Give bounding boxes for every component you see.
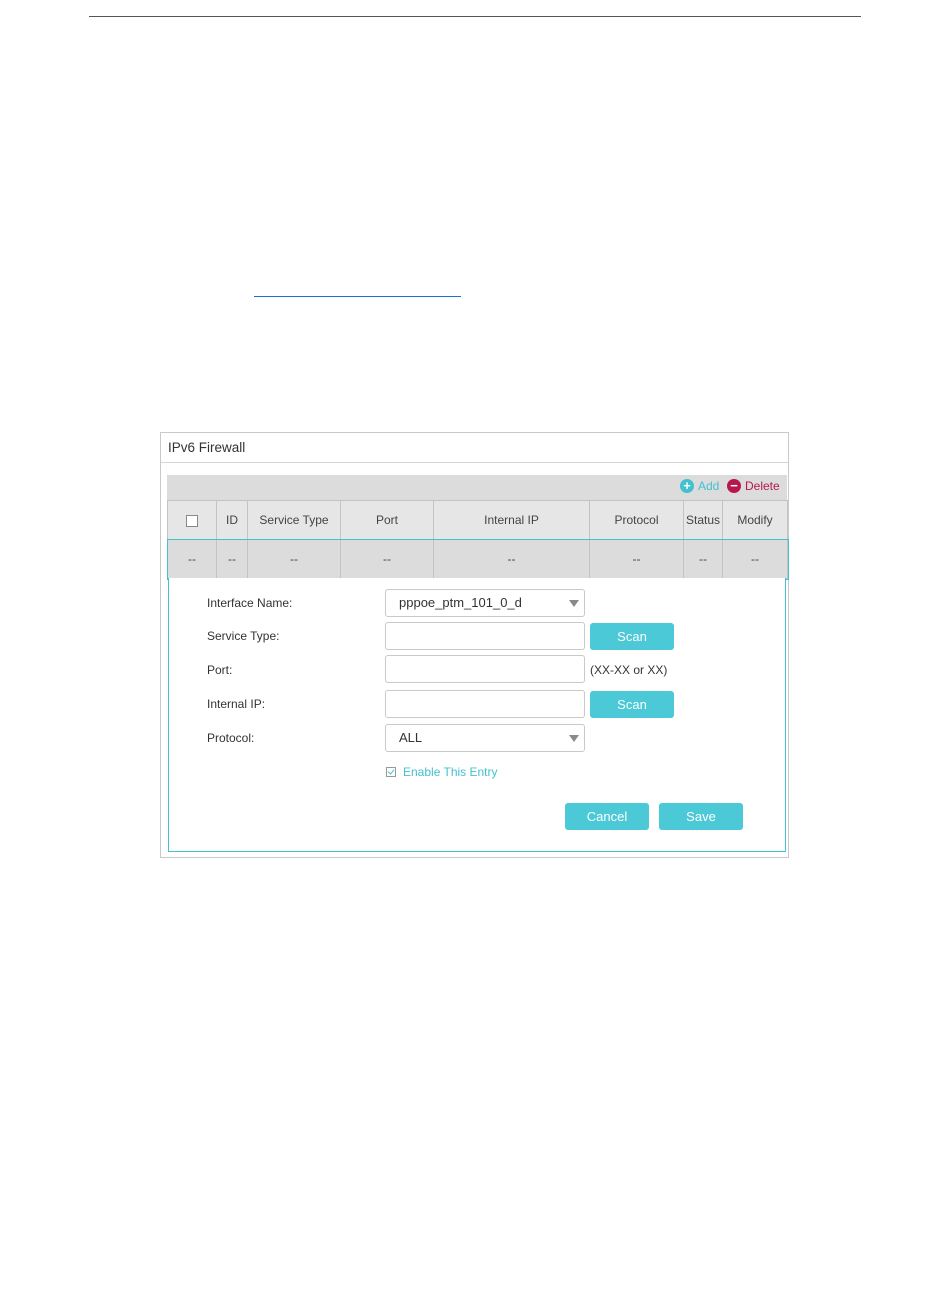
internal-ip-input[interactable] bbox=[385, 690, 585, 718]
service-type-label: Service Type: bbox=[207, 629, 280, 643]
checkbox-checked-icon[interactable] bbox=[386, 767, 396, 777]
title-divider bbox=[161, 462, 788, 463]
top-rule bbox=[89, 16, 861, 17]
protocol-label: Protocol: bbox=[207, 731, 255, 745]
port-label: Port: bbox=[207, 663, 233, 677]
table-cell: -- bbox=[340, 539, 434, 579]
column-header-service-type: Service Type bbox=[247, 500, 341, 540]
add-button[interactable]: + Add bbox=[680, 479, 719, 493]
service-type-input[interactable] bbox=[385, 622, 585, 650]
table-cell: -- bbox=[433, 539, 590, 579]
enable-entry-checkbox[interactable]: Enable This Entry bbox=[386, 765, 498, 779]
table-cell: -- bbox=[247, 539, 341, 579]
service-type-scan-button[interactable]: Scan bbox=[590, 623, 674, 650]
save-button[interactable]: Save bbox=[659, 803, 743, 830]
column-header-status: Status bbox=[683, 500, 723, 540]
table-toolbar: + Add − Delete bbox=[167, 475, 787, 500]
interface-name-value: pppoe_ptm_101_0_d bbox=[399, 595, 522, 610]
delete-button[interactable]: − Delete bbox=[727, 479, 780, 493]
protocol-select[interactable]: ALL bbox=[385, 724, 585, 752]
select-all-checkbox[interactable] bbox=[186, 514, 198, 527]
cancel-button[interactable]: Cancel bbox=[565, 803, 649, 830]
column-header-internal-ip: Internal IP bbox=[433, 500, 590, 540]
delete-label: Delete bbox=[745, 479, 780, 493]
enable-entry-label: Enable This Entry bbox=[403, 765, 498, 779]
protocol-value: ALL bbox=[399, 730, 423, 745]
port-format-hint: (XX-XX or XX) bbox=[590, 663, 668, 677]
table-cell: -- bbox=[216, 539, 248, 579]
add-label: Add bbox=[698, 479, 720, 493]
chevron-down-icon bbox=[569, 735, 579, 742]
column-header-port: Port bbox=[340, 500, 434, 540]
table-cell: -- bbox=[589, 539, 684, 579]
firewall-table: ID Service Type Port Internal IP Protoco… bbox=[166, 500, 789, 580]
panel-title: IPv6 Firewall bbox=[168, 440, 246, 455]
port-input[interactable] bbox=[385, 655, 585, 683]
table-cell: -- bbox=[683, 539, 723, 579]
table-cell: -- bbox=[722, 539, 788, 579]
interface-name-select[interactable]: pppoe_ptm_101_0_d bbox=[385, 589, 585, 617]
column-header-protocol: Protocol bbox=[589, 500, 684, 540]
table-header-row: ID Service Type Port Internal IP Protoco… bbox=[167, 500, 788, 540]
internal-ip-scan-button[interactable]: Scan bbox=[590, 691, 674, 718]
table-row[interactable]: -- -- -- -- -- -- -- -- bbox=[166, 538, 789, 580]
minus-icon: − bbox=[727, 479, 741, 493]
interface-name-label: Interface Name: bbox=[207, 596, 293, 610]
plus-icon: + bbox=[680, 479, 694, 493]
hyperlink-underline[interactable] bbox=[254, 296, 461, 297]
internal-ip-label: Internal IP: bbox=[207, 697, 266, 711]
entry-editor: Interface Name: pppoe_ptm_101_0_d Servic… bbox=[168, 578, 786, 852]
table-cell: -- bbox=[167, 539, 217, 579]
select-all-cell[interactable] bbox=[167, 500, 217, 540]
column-header-modify: Modify bbox=[722, 500, 788, 540]
column-header-id: ID bbox=[216, 500, 248, 540]
chevron-down-icon bbox=[569, 600, 579, 607]
